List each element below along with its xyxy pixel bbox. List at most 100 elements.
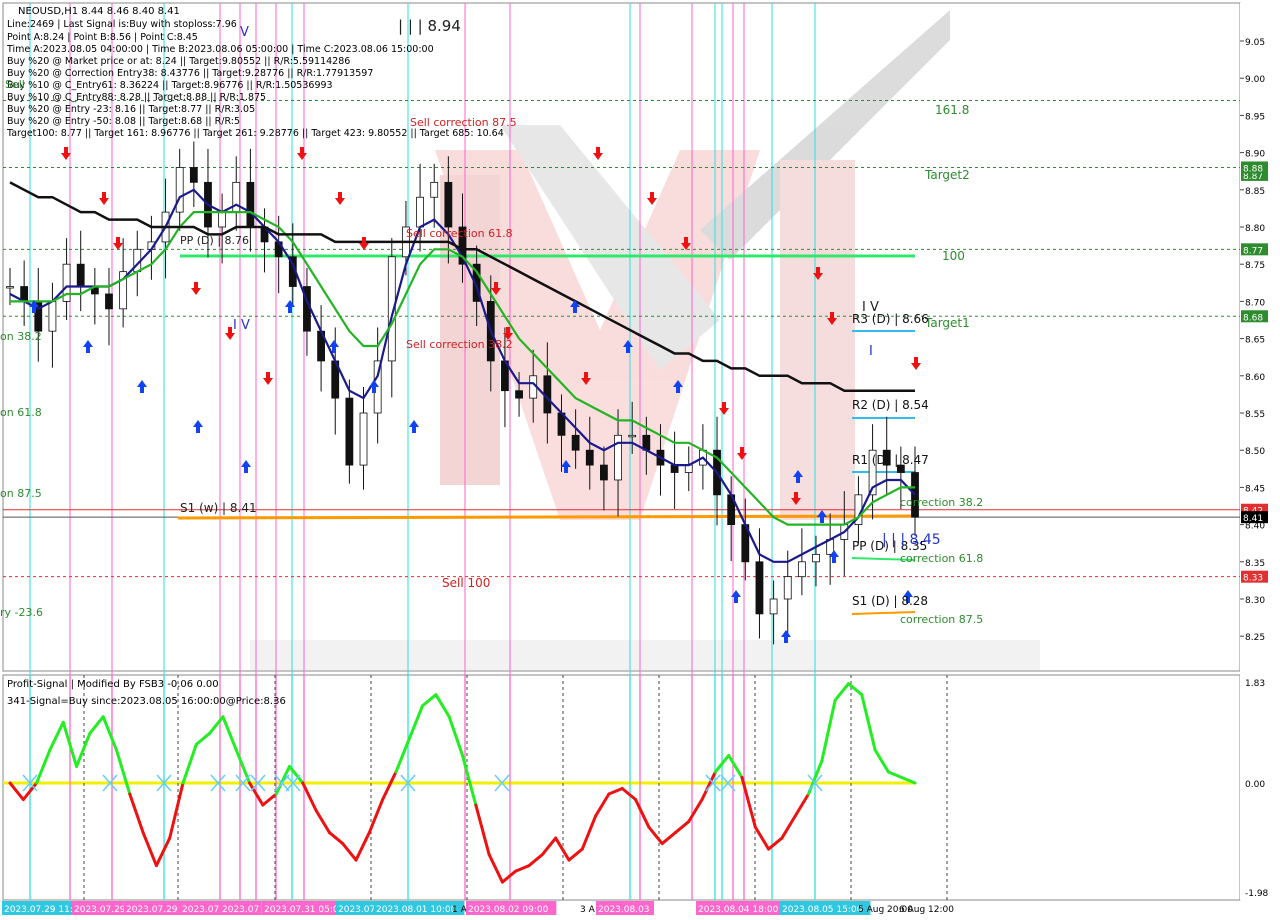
- price-tag-label: 8.33: [1243, 574, 1263, 584]
- candle-body: [416, 196, 424, 228]
- candle-body: [48, 300, 57, 332]
- candle-body: [769, 598, 778, 615]
- label-left-cut-2: on 61.8: [0, 406, 42, 419]
- indicator-subtitle: 341-Signal=Buy since:2023.08.05 16:00:00…: [7, 696, 286, 707]
- axis-tick-label: 8.55: [1245, 410, 1265, 420]
- indicator-tick-label: 1.83: [1245, 679, 1265, 689]
- label-left-wave-iv: I V: [233, 318, 250, 333]
- price-tag-label: 8.41: [1243, 514, 1263, 524]
- time-label: 6 Aug 12:00: [899, 905, 954, 915]
- candle-body: [105, 293, 113, 310]
- candle-body: [345, 397, 354, 466]
- label-wave-iv: I V: [862, 300, 879, 315]
- label-pp-small: PP (D) | 8.76: [180, 234, 249, 247]
- time-label: 2023.08.02 09:00: [468, 905, 549, 915]
- label-wave-i: I: [869, 344, 873, 359]
- info-line: Buy %20 @ Entry -50: 8.08 || Target:8.68…: [7, 116, 240, 127]
- label-sell-100: Sell 100: [442, 576, 490, 590]
- candle-body: [175, 167, 184, 213]
- info-line: Buy %10 @ C_Entry61: 8.36224 || Target:8…: [7, 80, 333, 91]
- label-100: 100: [942, 249, 965, 263]
- info-line: Buy %20 @ Correction Entry38: 8.43776 ||…: [7, 68, 373, 79]
- axis-tick-label: 8.95: [1245, 112, 1265, 122]
- time-axis[interactable]: 2023.07.29 11:002023.07.29 2023.07.29 2023…: [2, 901, 954, 915]
- indicator-tick-label: -1.98: [1245, 889, 1269, 899]
- axis-tick-label: 8.80: [1245, 224, 1265, 234]
- candle-body: [911, 472, 919, 518]
- label-s1-weekly: S1 (w) | 8.41: [180, 501, 257, 515]
- axis-tick-label: 8.70: [1245, 298, 1265, 308]
- candle-body: [232, 181, 241, 213]
- axis-tick-label: 8.65: [1245, 336, 1265, 346]
- candle-body: [628, 434, 637, 438]
- time-label: 2023.07.31 05:00: [264, 905, 345, 915]
- axis-tick-label: 8.45: [1245, 484, 1265, 494]
- info-line: Buy %20 @ Market price or at: 8.24 || Ta…: [7, 56, 350, 67]
- price-tag-label: 8.77: [1243, 246, 1263, 256]
- label-target1: Target1: [924, 316, 970, 330]
- symbol-header: NEOUSD,H1 8.44 8.46 8.40 8.41: [18, 6, 180, 17]
- candle-body: [6, 286, 14, 289]
- axis-tick-label: 8.50: [1245, 447, 1265, 457]
- label-sell-correction-382: Sell correction 38.2: [406, 338, 513, 351]
- time-label: 2023.08.05 15:00: [782, 905, 863, 915]
- label-left-cut-3: on 87.5: [0, 487, 42, 500]
- axis-tick-label: 8.85: [1245, 187, 1265, 197]
- candle-body: [783, 576, 792, 600]
- candle-body: [797, 561, 806, 578]
- info-line: Buy %20 @ Entry -23: 8.16 || Target:8.77…: [7, 104, 255, 115]
- candle-body: [755, 561, 764, 615]
- info-line: Buy %10 @ C_Entry88: 8.28 || Target:8.88…: [7, 92, 266, 103]
- info-line: Target100: 8.77 || Target 161: 8.96776 |…: [6, 128, 504, 139]
- time-label: 2023.07: [182, 905, 219, 915]
- candle-body: [430, 181, 439, 198]
- candle-body: [76, 263, 85, 287]
- indicator-tick-label: 0.00: [1245, 780, 1265, 790]
- candle-body: [189, 167, 198, 183]
- axis-tick-label: 8.75: [1245, 261, 1265, 271]
- orange-s1-weekly-line: [177, 514, 916, 520]
- label-correction-618: correction 61.8: [900, 552, 983, 565]
- time-label: 2023.07.29: [74, 905, 126, 915]
- label-left-cut-4: ry -23.6: [0, 606, 43, 619]
- label-r1: R1 (D) | 8.47: [852, 453, 929, 467]
- label-correction-875: correction 87.5: [900, 613, 983, 626]
- axis-tick-label: 9.05: [1245, 38, 1265, 48]
- time-label: 2023.08.03: [598, 905, 650, 915]
- candle-body: [600, 464, 608, 481]
- time-label: 2023.07.29: [126, 905, 178, 915]
- info-line: Point A:8.24 | Point B:8.56 | Point C:8.…: [7, 32, 198, 43]
- axis-tick-label: 8.30: [1245, 596, 1265, 606]
- trading-chart[interactable]: NEOUSD,H1 8.44 8.46 8.40 8.41 Line:2469 …: [0, 0, 1280, 920]
- label-161: 161.8: [935, 103, 969, 117]
- time-label: 1 A: [452, 905, 468, 915]
- top-wave-label: | | | 8.94: [398, 17, 461, 35]
- label-s1-daily: S1 (D) | 8.28: [852, 594, 928, 608]
- time-label: 2023.07: [222, 905, 259, 915]
- candle-body: [444, 181, 453, 228]
- info-line: Line:2469 | Last Signal is:Buy with stop…: [7, 19, 237, 30]
- time-label: 3 A: [580, 905, 596, 915]
- axis-tick-label: 9.00: [1245, 75, 1265, 85]
- axis-tick-label: 8.35: [1245, 559, 1265, 569]
- axis-tick-label: 8.25: [1245, 633, 1265, 643]
- label-left-cut-1: on 38.2: [0, 330, 42, 343]
- candle-body: [571, 434, 580, 451]
- candle-body: [812, 553, 820, 563]
- price-tag-label: 8.68: [1243, 313, 1263, 323]
- axis-tick-label: 8.90: [1245, 150, 1265, 160]
- info-line: Time A:2023.08.05 04:00:00 | Time B:2023…: [6, 44, 434, 55]
- label-r2: R2 (D) | 8.54: [852, 398, 929, 412]
- label-wave-iii: | | | 8.45: [882, 532, 941, 548]
- axis-tick-label: 8.60: [1245, 373, 1265, 383]
- label-left-wave-v: V: [240, 25, 249, 40]
- time-label: 2023.08.01 10:00: [376, 905, 457, 915]
- candle-body: [246, 181, 255, 228]
- candle-body: [359, 412, 368, 466]
- label-correction-382: correction 38.2: [900, 496, 983, 509]
- candle-body: [218, 211, 227, 228]
- candle-body: [515, 390, 523, 399]
- indicator-title: Profit-Signal | Modified By FSB3 -0.06 0…: [7, 679, 219, 690]
- label-sell-correction-618: Sell correction 61.8: [406, 227, 513, 240]
- price-tag-label: 8.88: [1243, 164, 1263, 174]
